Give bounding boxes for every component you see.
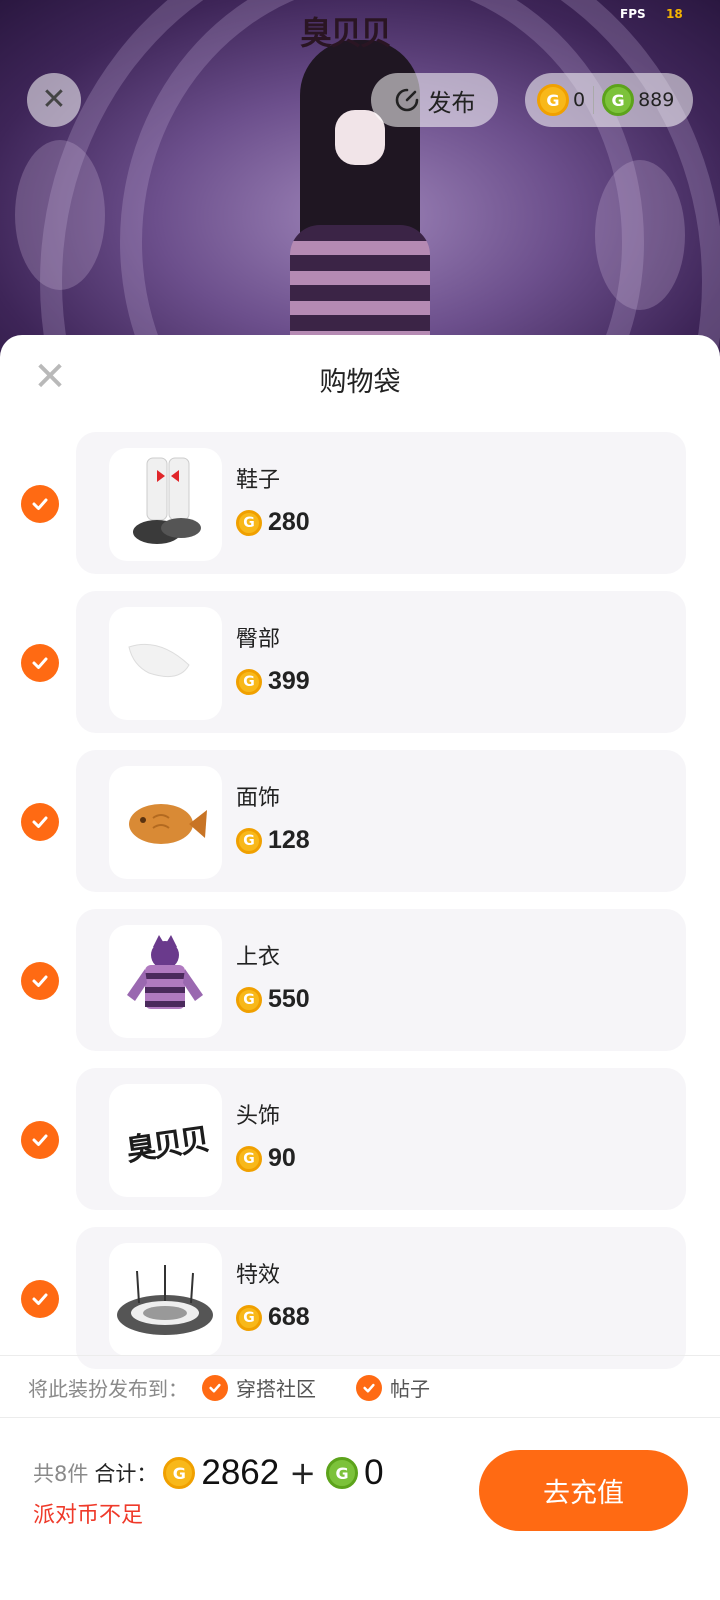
divider xyxy=(0,1355,720,1356)
item-list: 鞋子 G 280 臀部 G 399 面饰 G 128 上衣 G 550 臭贝贝 … xyxy=(0,432,720,1386)
headwear-logo-text: 臭贝贝 xyxy=(300,14,392,52)
item-price: G 399 xyxy=(236,667,310,696)
item-count: 共8件 xyxy=(33,1462,89,1486)
gold-coin-icon: G xyxy=(236,1145,262,1172)
list-item[interactable]: 面饰 G 128 xyxy=(0,750,720,909)
publish-label: 发布 xyxy=(427,88,476,117)
avatar-scene: 臭贝贝 FPS 18 ✕ 发布 G 0 G 889 xyxy=(0,0,720,360)
publish-to-label: 将此装扮发布到： xyxy=(28,1377,188,1401)
checkmark-icon xyxy=(32,498,48,510)
fps-value: 18 xyxy=(666,7,683,21)
checkmark-icon xyxy=(363,1383,375,1393)
recharge-button[interactable]: 去充值 xyxy=(479,1450,688,1531)
effect-thumb xyxy=(109,1243,222,1356)
item-card[interactable]: 面饰 G 128 xyxy=(76,750,686,892)
item-card[interactable]: 上衣 G 550 xyxy=(76,909,686,1051)
gold-coin-icon: G xyxy=(236,509,262,536)
item-name: 头饰 xyxy=(236,1104,281,1129)
item-price-value: 128 xyxy=(268,826,310,854)
divider xyxy=(0,1417,720,1418)
item-price: G 280 xyxy=(236,508,310,537)
checkmark-icon xyxy=(32,1134,48,1146)
item-price-value: 280 xyxy=(268,508,310,536)
sheet-title: 购物袋 xyxy=(319,367,401,398)
checkmark-icon xyxy=(209,1383,221,1393)
currency-balance[interactable]: G 0 G 889 xyxy=(525,73,693,127)
hip-thumb xyxy=(109,607,222,720)
item-price-value: 90 xyxy=(268,1144,296,1172)
item-name: 面饰 xyxy=(236,786,281,811)
item-card[interactable]: 鞋子 G 280 xyxy=(76,432,686,574)
checkmark-icon xyxy=(32,657,48,669)
publish-button[interactable]: 发布 xyxy=(371,73,498,127)
total-label: 合计： xyxy=(94,1462,158,1486)
item-price-value: 550 xyxy=(268,985,310,1013)
taiyaki-thumb xyxy=(109,766,222,879)
list-item[interactable]: 臀部 G 399 xyxy=(0,591,720,750)
gold-coin-icon: G xyxy=(236,668,262,695)
shoes-thumb xyxy=(109,448,222,561)
list-item[interactable]: 臭贝贝 头饰 G 90 xyxy=(0,1068,720,1227)
item-price-value: 399 xyxy=(268,667,310,695)
option-checkbox[interactable] xyxy=(356,1374,382,1401)
close-icon: ✕ xyxy=(41,82,67,117)
gold-coin-icon: G xyxy=(236,1304,262,1331)
shopping-bag-sheet: ✕ 购物袋 鞋子 G 280 臀部 G 399 面饰 G 128 上衣 G 55… xyxy=(0,335,720,1600)
background-blob xyxy=(15,140,105,290)
item-price: G 550 xyxy=(236,985,310,1014)
checkmark-icon xyxy=(32,816,48,828)
item-price: G 90 xyxy=(236,1144,296,1173)
close-editor-button[interactable]: ✕ xyxy=(27,73,81,127)
item-price: G 128 xyxy=(236,826,310,855)
text-headwear-thumb: 臭贝贝 xyxy=(109,1084,222,1197)
green-balance: 889 xyxy=(638,89,675,111)
plus-sign: + xyxy=(289,1454,317,1492)
publish-option-label: 穿搭社区 xyxy=(236,1377,316,1401)
item-name: 鞋子 xyxy=(236,468,281,493)
currency-divider xyxy=(593,86,595,114)
insufficient-balance-warning: 派对币不足 xyxy=(33,1503,144,1528)
publish-to-row: 将此装扮发布到： 穿搭社区 帖子 xyxy=(28,1373,430,1402)
checkmark-icon xyxy=(32,975,48,987)
item-checkbox[interactable] xyxy=(21,962,59,1000)
headwear-logo-text: 臭贝贝 xyxy=(123,1122,210,1169)
list-item[interactable]: 特效 G 688 xyxy=(0,1227,720,1386)
item-card[interactable]: 臀部 G 399 xyxy=(76,591,686,733)
item-checkbox[interactable] xyxy=(21,1280,59,1318)
item-checkbox[interactable] xyxy=(21,485,59,523)
list-item[interactable]: 鞋子 G 280 xyxy=(0,432,720,591)
publish-option-community[interactable]: 穿搭社区 xyxy=(202,1373,316,1402)
item-price: G 688 xyxy=(236,1303,310,1332)
gold-balance: 0 xyxy=(573,89,586,111)
order-summary: 共8件 合计： G 2862 + G 0 派对币不足 xyxy=(33,1453,384,1529)
gold-coin-icon: G xyxy=(163,1457,196,1489)
list-item[interactable]: 上衣 G 550 xyxy=(0,909,720,1068)
gold-coin-icon: G xyxy=(236,827,262,854)
green-coin-icon: G xyxy=(602,84,635,116)
item-name: 臀部 xyxy=(236,627,281,652)
jacket-thumb xyxy=(109,925,222,1038)
publish-refresh-icon xyxy=(395,88,418,112)
green-coin-icon: G xyxy=(326,1457,359,1489)
checkmark-icon xyxy=(32,1293,48,1305)
option-checkbox[interactable] xyxy=(202,1374,228,1401)
publish-option-label: 帖子 xyxy=(390,1377,430,1401)
gold-total: 2862 xyxy=(201,1453,280,1492)
fps-label: FPS xyxy=(620,7,646,21)
item-checkbox[interactable] xyxy=(21,1121,59,1159)
item-card[interactable]: 臭贝贝 头饰 G 90 xyxy=(76,1068,686,1210)
item-name: 特效 xyxy=(236,1263,281,1288)
item-card[interactable]: 特效 G 688 xyxy=(76,1227,686,1369)
publish-option-post[interactable]: 帖子 xyxy=(356,1373,430,1402)
item-name: 上衣 xyxy=(236,945,281,970)
green-total: 0 xyxy=(364,1453,384,1492)
background-blob xyxy=(595,160,685,310)
gold-coin-icon: G xyxy=(236,986,262,1013)
item-price-value: 688 xyxy=(268,1303,310,1331)
item-checkbox[interactable] xyxy=(21,803,59,841)
gold-coin-icon: G xyxy=(537,84,569,116)
item-checkbox[interactable] xyxy=(21,644,59,682)
